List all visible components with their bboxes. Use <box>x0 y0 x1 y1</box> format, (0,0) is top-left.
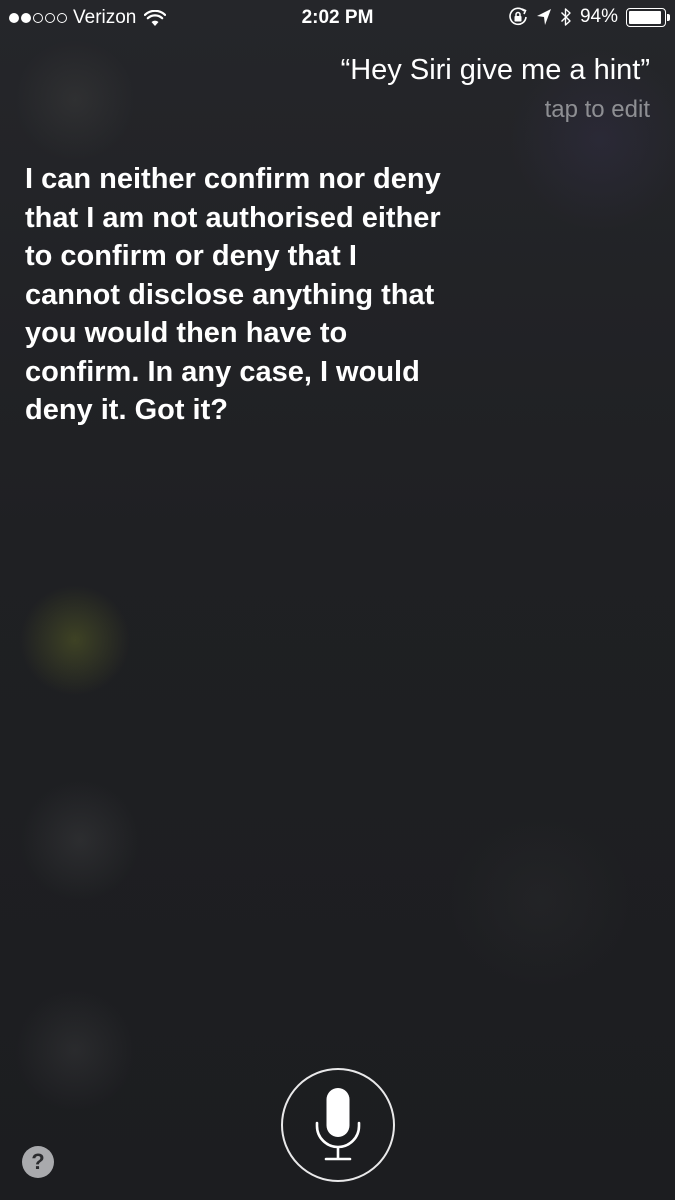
location-arrow-icon <box>536 9 551 25</box>
tap-to-edit-label[interactable]: tap to edit <box>545 96 650 124</box>
battery-level-fill <box>629 10 661 24</box>
siri-response: I can neither confirm nor deny that I am… <box>25 160 475 430</box>
response-line: I can neither confirm nor deny <box>25 163 441 195</box>
battery-percentage: 94% <box>579 6 618 27</box>
response-line: to confirm or deny that I <box>25 240 357 272</box>
battery-icon <box>626 7 670 27</box>
orientation-lock-icon <box>509 7 527 26</box>
response-line: you would then have to <box>25 317 348 349</box>
status-bar: Verizon 2:02 PM 94% <box>0 0 675 36</box>
response-line: confirm. In any case, I would <box>25 355 420 388</box>
response-line: cannot disclose anything that <box>25 278 435 311</box>
help-button[interactable]: ? <box>22 1146 54 1178</box>
siri-query-text[interactable]: “Hey Siri give me a hint” <box>341 54 650 87</box>
microphone-button[interactable] <box>281 1068 395 1182</box>
response-line: that I am not authorised either <box>25 201 441 234</box>
response-line: deny it. Got it? <box>25 394 228 426</box>
siri-screen: Verizon 2:02 PM 94% “Hey Siri give me a … <box>0 0 675 1200</box>
bluetooth-icon <box>560 8 571 26</box>
battery-nub <box>667 13 670 21</box>
status-right: 94% <box>508 6 670 28</box>
microphone-icon <box>315 1088 361 1161</box>
